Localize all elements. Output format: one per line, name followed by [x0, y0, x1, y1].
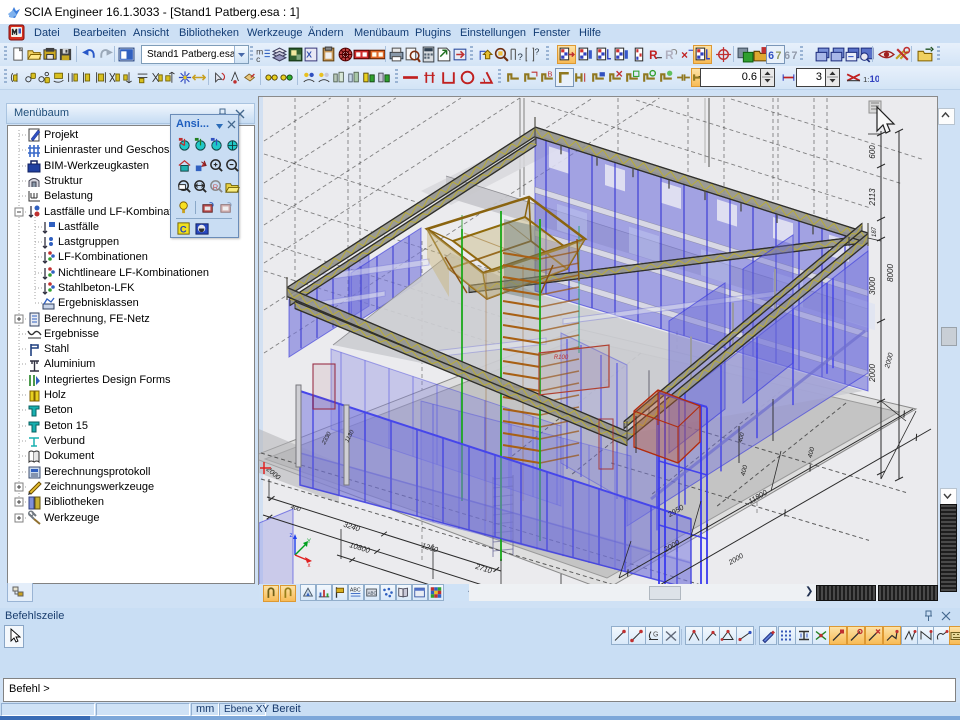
svg-text:?: ? [535, 47, 540, 57]
svg-text:X: X [306, 50, 312, 60]
svg-text:7: 7 [776, 50, 782, 62]
svg-text:R: R [649, 49, 658, 62]
svg-text:187: 187 [872, 226, 878, 237]
svg-text:R: R [213, 182, 219, 191]
svg-text:?: ? [518, 52, 523, 63]
svg-text:8000: 8000 [886, 264, 895, 282]
svg-text:B: B [548, 69, 553, 78]
svg-text:10: 10 [869, 74, 879, 85]
svg-text:7: 7 [792, 50, 798, 62]
svg-text:z: z [290, 533, 293, 539]
svg-text:G: G [653, 632, 658, 639]
svg-text:R100: R100 [554, 355, 569, 361]
svg-text:3000: 3000 [868, 277, 877, 295]
svg-text:ABC: ABC [368, 590, 377, 595]
svg-text:6: 6 [784, 50, 790, 62]
svg-text:ABC: ABC [350, 588, 361, 594]
svg-text:Y: Y [307, 539, 311, 545]
svg-text:2000: 2000 [868, 364, 877, 383]
svg-text:2113: 2113 [868, 188, 877, 207]
svg-text:×: × [681, 49, 688, 62]
svg-text:600: 600 [868, 145, 877, 159]
svg-text:R: R [665, 49, 674, 62]
svg-text:x: x [308, 563, 311, 569]
svg-text:6: 6 [768, 50, 774, 62]
svg-text:1:: 1: [863, 75, 869, 84]
svg-text:C: C [180, 224, 187, 234]
